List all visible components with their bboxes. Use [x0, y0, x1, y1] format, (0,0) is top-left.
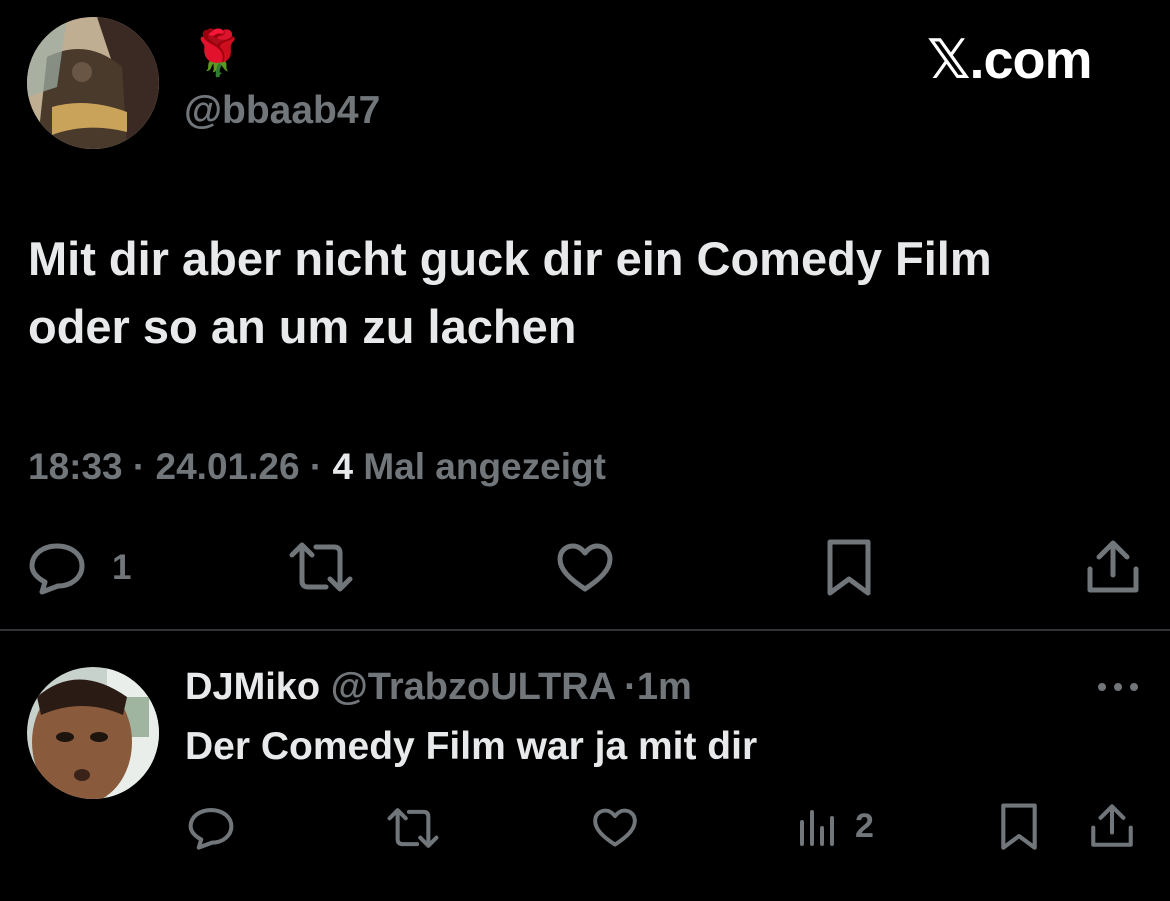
like-button[interactable]: [556, 543, 614, 593]
reply-like-button[interactable]: [592, 808, 638, 848]
reply-handle[interactable]: @TrabzoULTRA: [331, 666, 616, 708]
x-watermark: 𝕏.com: [927, 30, 1093, 90]
repost-button[interactable]: [288, 541, 354, 593]
reply-header: DJMiko @TrabzoULTRA ·1m: [185, 663, 692, 711]
reply-reply-button[interactable]: [187, 806, 235, 850]
repost-icon: [387, 808, 439, 848]
reply-icon: [29, 543, 85, 595]
author-avatar[interactable]: [27, 17, 159, 149]
display-name-emoji: 🌹: [190, 29, 245, 78]
reply-avatar-image: [27, 667, 159, 799]
reply-views-button[interactable]: [798, 808, 838, 848]
more-options-button[interactable]: [1096, 680, 1140, 694]
author-handle[interactable]: @bbaab47: [184, 86, 380, 136]
bookmark-icon: [1001, 803, 1037, 850]
heart-icon: [593, 808, 637, 847]
meta-separator: ·: [309, 446, 323, 487]
reply-count: 1: [112, 548, 132, 587]
reply-bookmark-button[interactable]: [1000, 803, 1038, 851]
views-count: 4: [332, 446, 354, 487]
reply-views-count: 2: [855, 807, 874, 845]
tweet-text-line-2: oder so an um zu lachen: [28, 300, 577, 353]
tweet-time[interactable]: 18:33: [28, 446, 123, 487]
share-button[interactable]: [1086, 539, 1140, 595]
reply-share-button[interactable]: [1090, 803, 1134, 849]
author-avatar-image: [27, 17, 159, 149]
reply-separator: ·: [624, 666, 637, 708]
more-icon: [1098, 683, 1138, 691]
reply-display-name[interactable]: DJMiko: [185, 666, 320, 708]
tweet-date[interactable]: 24.01.26: [156, 446, 300, 487]
reply-author-avatar[interactable]: [27, 667, 159, 799]
tweet-divider: [0, 629, 1170, 631]
meta-separator: ·: [132, 446, 146, 487]
bookmark-button[interactable]: [826, 539, 872, 597]
bookmark-icon: [827, 539, 871, 596]
repost-icon: [289, 542, 353, 592]
tweet-text-line-1: Mit dir aber nicht guck dir ein Comedy F…: [28, 232, 992, 285]
heart-icon: [557, 543, 613, 592]
views-label: Mal angezeigt: [363, 446, 606, 487]
reply-age[interactable]: 1m: [637, 666, 692, 708]
share-icon: [1087, 540, 1139, 593]
reply-repost-button[interactable]: [386, 807, 440, 849]
share-icon: [1091, 804, 1133, 847]
analytics-icon: [800, 810, 834, 846]
reply-text: Der Comedy Film war ja mit dir: [185, 725, 758, 768]
tweet-meta: 18:33 · 24.01.26 · 4 Mal angezeigt: [28, 444, 606, 490]
reply-icon: [188, 808, 234, 850]
reply-button[interactable]: [28, 541, 86, 595]
